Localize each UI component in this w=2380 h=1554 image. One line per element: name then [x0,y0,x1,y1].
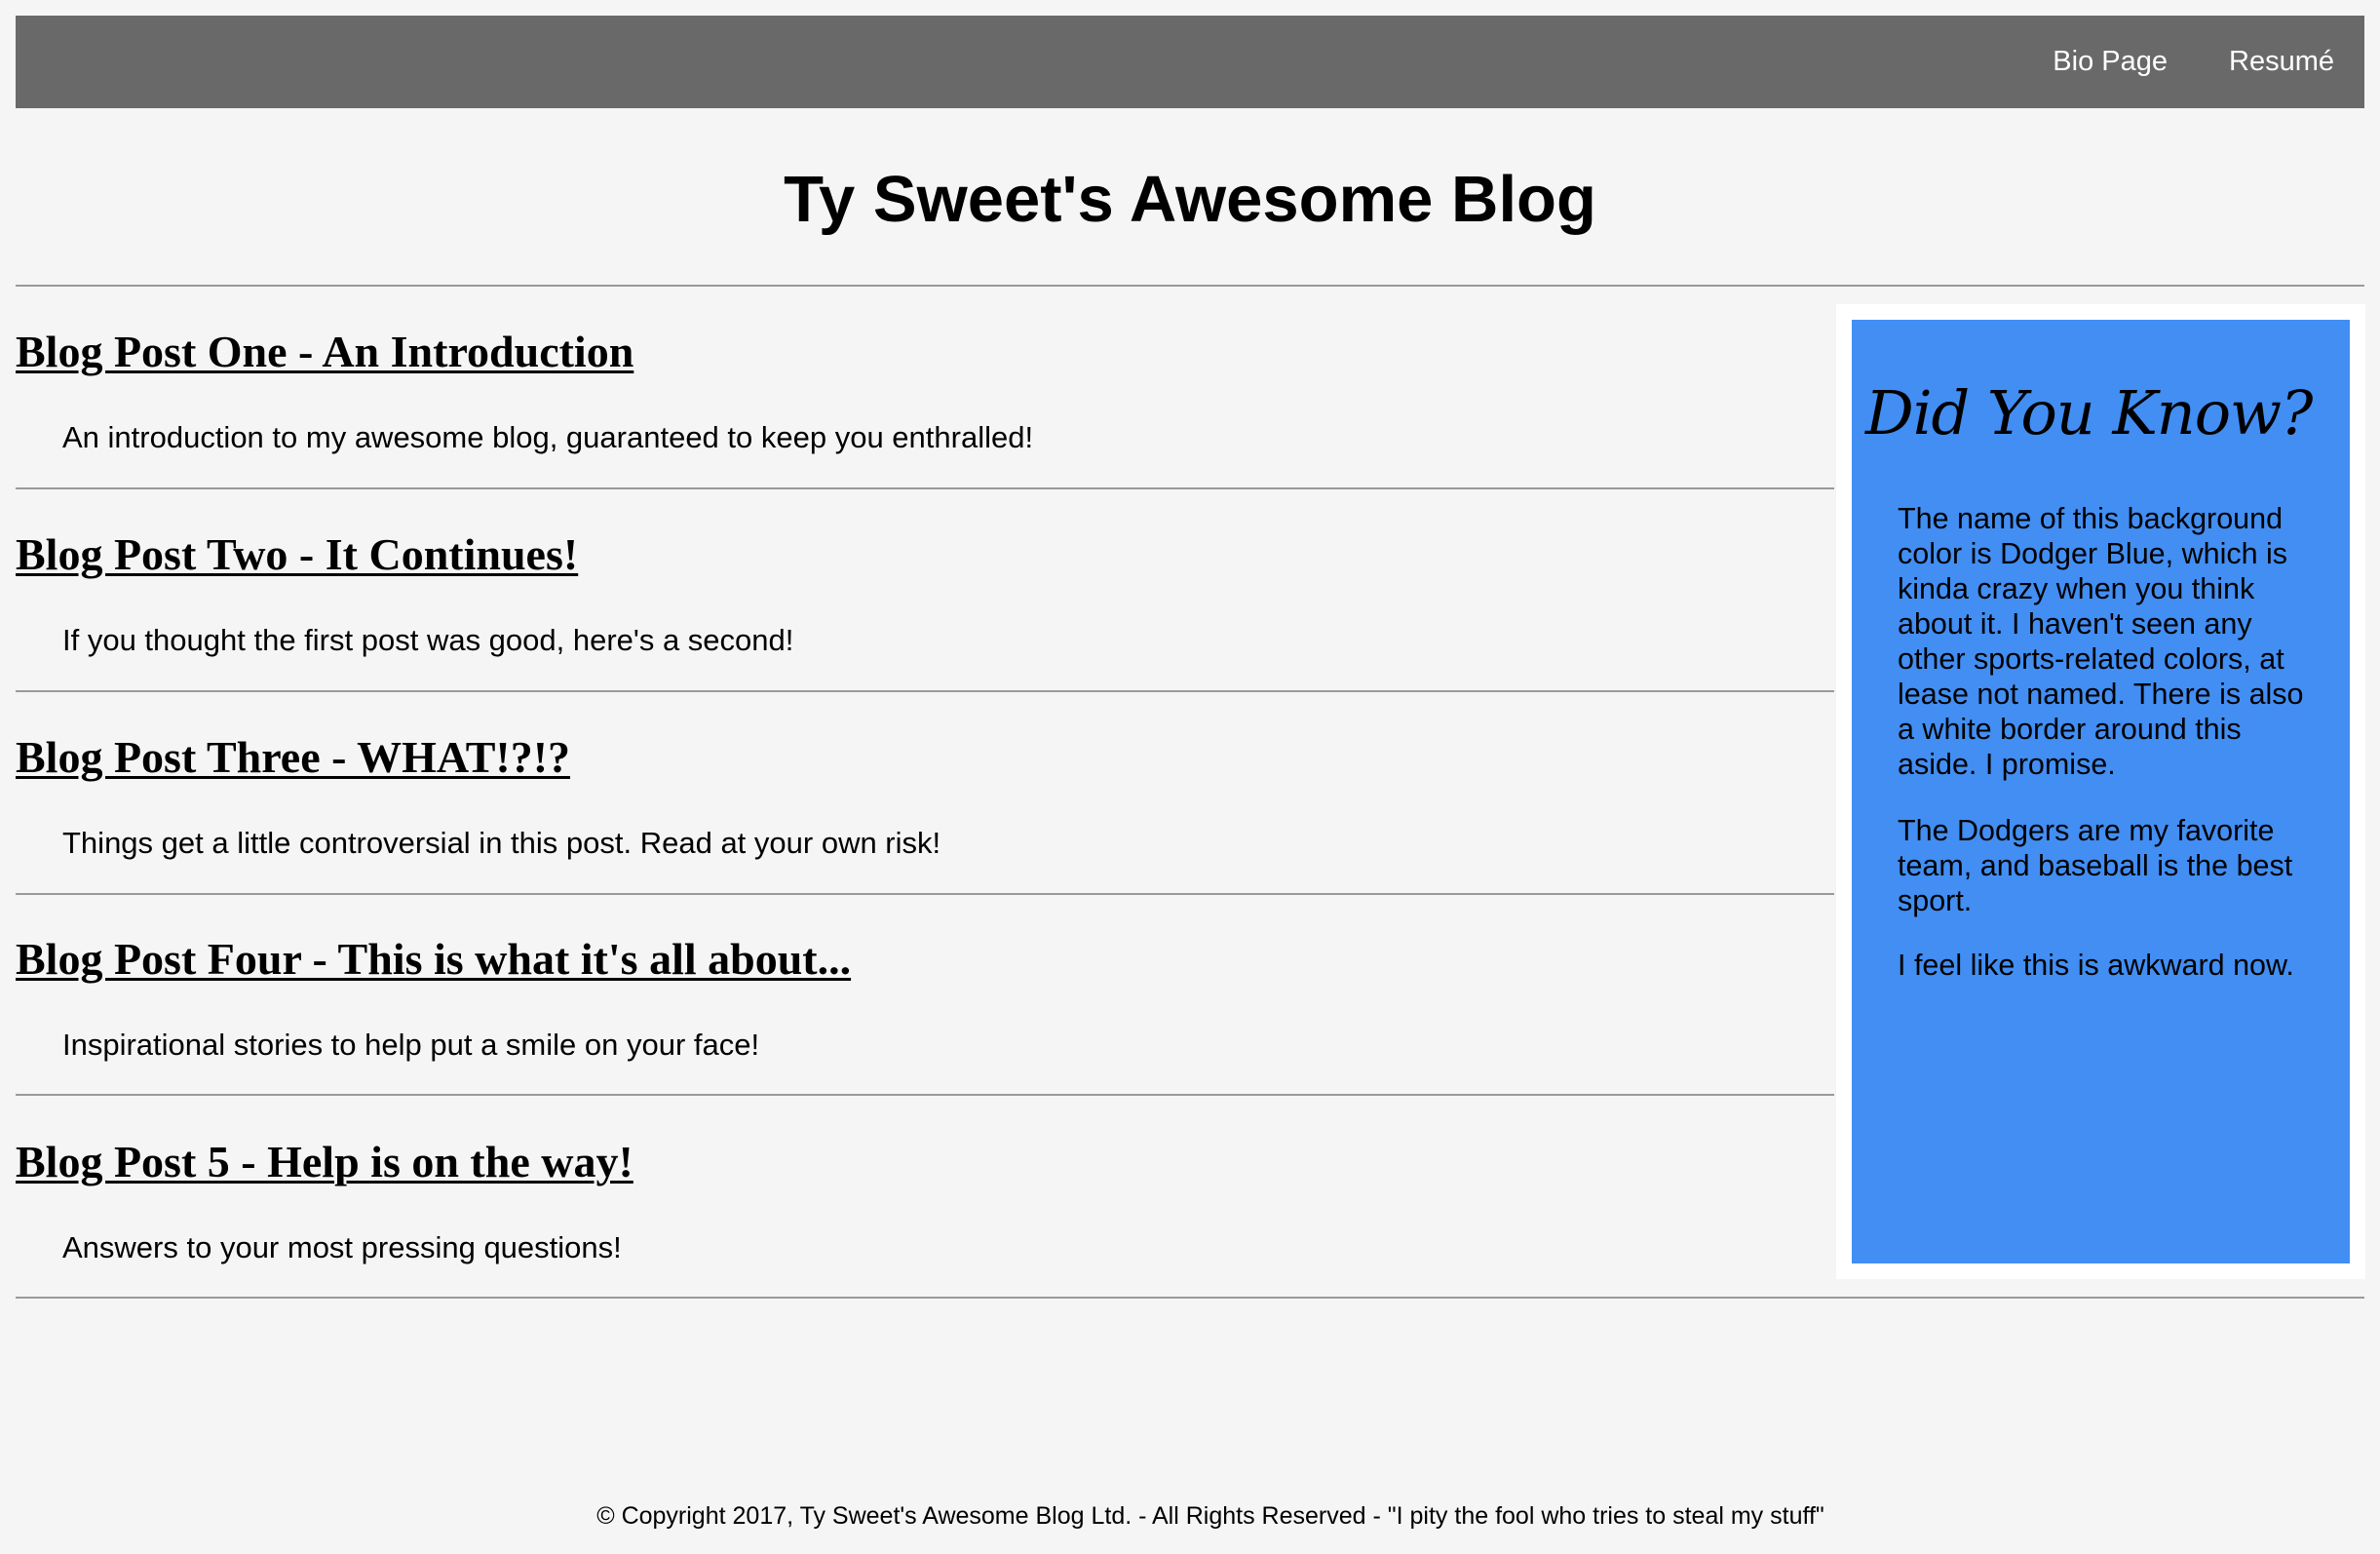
did-you-know-panel: Did You Know? The name of this backgroun… [1852,320,2350,1263]
nav-link-resume[interactable]: Resumé [2229,16,2334,108]
top-navigation-bar: Bio Page Resumé [16,16,2364,108]
blog-post-summary: An introduction to my awesome blog, guar… [62,420,1034,454]
blog-post-summary: Things get a little controversial in thi… [62,826,941,860]
did-you-know-aside: Did You Know? The name of this backgroun… [1836,304,2365,1279]
aside-paragraph: The Dodgers are my favorite team, and ba… [1898,814,2293,917]
content-bottom-divider [16,1297,2364,1299]
blog-post-title-link[interactable]: Blog Post Three - WHAT!?!? [16,731,570,784]
page-footer: © Copyright 2017, Ty Sweet's Awesome Blo… [0,1501,2380,1531]
page-title: Ty Sweet's Awesome Blog [784,163,1596,236]
blog-post-summary: If you thought the first post was good, … [62,623,794,657]
aside-paragraph: The name of this background color is Dod… [1898,502,2304,781]
blog-post-title-link[interactable]: Blog Post 5 - Help is on the way! [16,1136,633,1188]
blog-post-summary: Inspirational stories to help put a smil… [62,1028,760,1062]
post-divider [16,690,1834,692]
post-divider [16,487,1834,489]
aside-title: Did You Know? [1865,377,2313,448]
aside-paragraph: I feel like this is awkward now. [1898,949,2294,982]
copyright-text: © Copyright 2017, Ty Sweet's Awesome Blo… [596,1502,1824,1530]
post-divider [16,893,1834,895]
post-divider [16,1094,1834,1096]
blog-post-title-link[interactable]: Blog Post One - An Introduction [16,326,633,378]
blog-post-title-link[interactable]: Blog Post Two - It Continues! [16,528,578,581]
nav-link-bio-page[interactable]: Bio Page [2053,16,2168,108]
blog-post-title-link[interactable]: Blog Post Four - This is what it's all a… [16,933,851,986]
blog-post-summary: Answers to your most pressing questions! [62,1230,622,1264]
header-divider [16,285,2364,287]
